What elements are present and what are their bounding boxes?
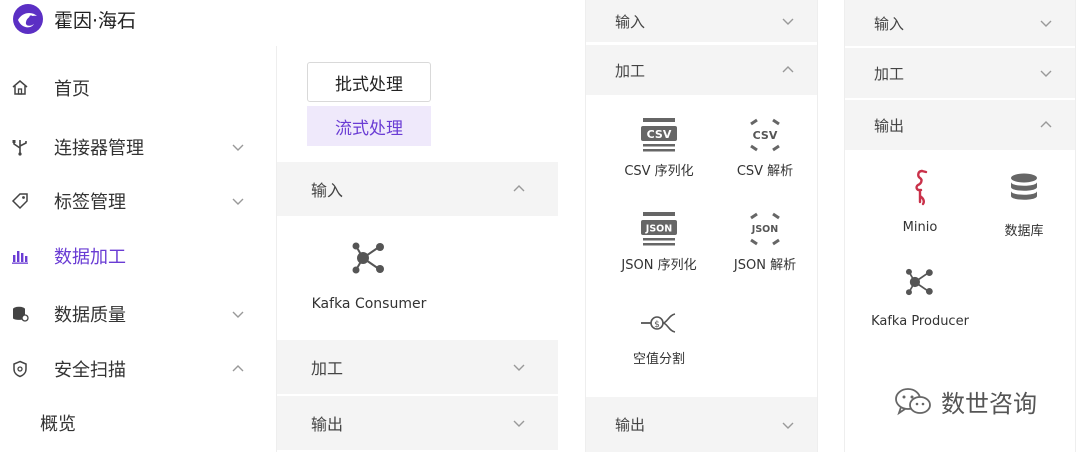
batch-processing-button[interactable]: 批式处理 — [307, 62, 431, 102]
section-title: 输出 — [874, 116, 905, 135]
sidebar-item-label: 安全扫描 — [54, 360, 126, 381]
chevron-down-icon — [232, 311, 244, 318]
tool-database[interactable]: 数据库 — [969, 172, 1079, 239]
processing-panel-stream: 批式处理 流式处理 输入 Kafka Consumer 加工 输出 — [276, 46, 558, 452]
brand-logo-icon — [13, 4, 43, 34]
section-input-header[interactable]: 输入 — [845, 0, 1075, 46]
brand[interactable]: 霍因·海石 — [12, 4, 136, 34]
brand-name: 霍因·海石 — [54, 9, 137, 32]
chevron-down-icon — [782, 18, 794, 25]
sidebar-item-data-processing[interactable]: 数据加工 — [0, 236, 276, 276]
wechat-icon — [895, 387, 931, 415]
icon-glyph: JSON — [751, 224, 778, 235]
icon-glyph: JSON — [645, 224, 672, 235]
section-process-header[interactable]: 加工 — [277, 340, 558, 394]
tool-label: 数据库 — [1004, 224, 1044, 239]
chevron-up-icon — [232, 365, 244, 372]
shield-icon — [10, 359, 30, 379]
sidebar-item-tags[interactable]: 标签管理 — [0, 181, 276, 221]
tool-json-parse[interactable]: JSON JSON 解析 — [710, 210, 820, 273]
tool-label: Kafka Consumer — [311, 296, 427, 312]
section-title: 输出 — [615, 416, 646, 434]
icon-glyph: CSV — [753, 129, 778, 142]
sidebar-item-label: 标签管理 — [54, 192, 126, 213]
database-icon — [10, 304, 30, 324]
chevron-down-icon — [1040, 20, 1052, 27]
tool-label: 空值分割 — [632, 352, 685, 367]
stream-processing-button[interactable]: 流式处理 — [307, 106, 431, 146]
sidebar-item-overview[interactable]: 概览 — [0, 403, 276, 443]
null-split-icon: $ — [641, 313, 676, 333]
chevron-down-icon — [513, 420, 525, 427]
tool-minio[interactable]: Minio — [865, 168, 975, 235]
processing-panel-process: 输入 加工 CSV CSV 序列化 CSV CSV 解析 JSON JSON 序… — [585, 0, 818, 452]
sidebar-item-data-quality[interactable]: 数据质量 — [0, 294, 276, 334]
section-title: 输入 — [874, 14, 905, 33]
sidebar-item-label: 数据质量 — [54, 305, 126, 326]
watermark: 数世咨询 — [893, 384, 1037, 419]
chevron-down-icon — [782, 422, 794, 429]
tool-label: Minio — [902, 220, 938, 235]
tool-csv-parse[interactable]: CSV CSV 解析 — [710, 116, 820, 179]
home-icon — [10, 78, 30, 98]
kafka-icon — [905, 268, 933, 296]
tool-kafka-consumer[interactable]: Kafka Consumer — [307, 238, 431, 312]
icon-glyph: $ — [654, 320, 660, 330]
section-input-header[interactable]: 输入 — [586, 0, 817, 42]
sidebar-item-label: 连接器管理 — [54, 138, 144, 159]
sidebar: 霍因·海石 首页 连接器管理 标签管理 数据加工 数据质量 安全扫描 概览 — [0, 0, 276, 452]
section-output-header[interactable]: 输出 — [586, 397, 817, 452]
tool-label: Kafka Producer — [871, 314, 969, 329]
csv-parse-icon: CSV — [750, 118, 780, 152]
tool-null-split[interactable]: $ 空值分割 — [604, 308, 714, 367]
chevron-down-icon — [513, 364, 525, 371]
tool-label: JSON 序列化 — [621, 258, 697, 273]
section-output-header[interactable]: 输出 — [277, 396, 558, 450]
chevron-up-icon — [782, 66, 794, 73]
watermark-text: 数世咨询 — [941, 390, 1037, 418]
bar-chart-icon — [10, 246, 30, 266]
sidebar-item-home[interactable]: 首页 — [0, 68, 276, 108]
csv-serialize-icon: CSV — [641, 118, 677, 152]
usb-connector-icon — [10, 137, 30, 157]
section-title: 输入 — [615, 12, 646, 31]
flamingo-icon — [915, 169, 928, 206]
tool-label: CSV 解析 — [736, 164, 794, 179]
section-input-header[interactable]: 输入 — [277, 162, 558, 216]
sidebar-item-connectors[interactable]: 连接器管理 — [0, 127, 276, 167]
icon-glyph: CSV — [647, 128, 672, 141]
json-parse-icon: JSON — [750, 212, 780, 246]
sidebar-item-label: 首页 — [54, 79, 90, 100]
section-process-header[interactable]: 加工 — [845, 48, 1075, 98]
section-process-header[interactable]: 加工 — [586, 45, 817, 95]
sidebar-item-label: 数据加工 — [54, 247, 126, 268]
chevron-up-icon — [1040, 121, 1052, 128]
chevron-down-icon — [1040, 70, 1052, 77]
database-icon — [1011, 173, 1037, 200]
tool-json-serialize[interactable]: JSON JSON 序列化 — [604, 210, 714, 273]
section-title: 加工 — [311, 359, 344, 378]
section-title: 输入 — [311, 181, 344, 200]
section-title: 输出 — [311, 415, 344, 434]
chevron-down-icon — [232, 198, 244, 205]
tool-csv-serialize[interactable]: CSV CSV 序列化 — [604, 116, 714, 179]
tool-label: JSON 解析 — [733, 258, 797, 273]
json-serialize-icon: JSON — [641, 212, 677, 246]
chevron-down-icon — [232, 144, 244, 151]
section-title: 加工 — [874, 64, 905, 83]
kafka-icon — [352, 242, 384, 274]
sidebar-item-security-scan[interactable]: 安全扫描 — [0, 349, 276, 389]
tool-kafka-producer[interactable]: Kafka Producer — [865, 264, 975, 329]
tool-label: CSV 序列化 — [624, 164, 694, 179]
sidebar-item-label: 概览 — [40, 414, 76, 435]
tag-icon — [10, 191, 30, 211]
section-title: 加工 — [615, 61, 646, 80]
chevron-up-icon — [513, 185, 525, 192]
section-output-header[interactable]: 输出 — [845, 100, 1075, 150]
